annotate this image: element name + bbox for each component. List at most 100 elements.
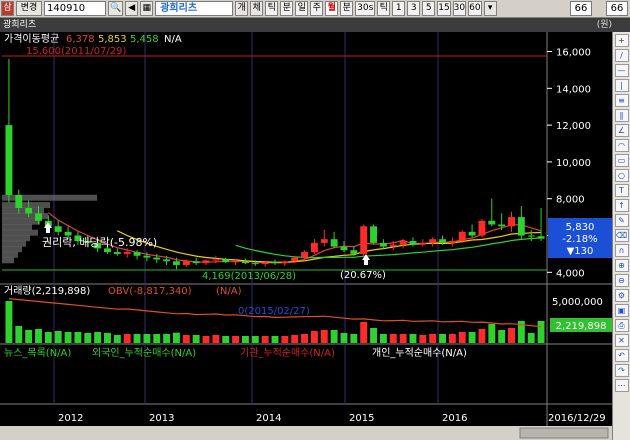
fibonacci-icon[interactable]: ≡: [614, 94, 629, 107]
count-field[interactable]: 66: [606, 1, 628, 16]
period-week[interactable]: 주: [310, 1, 324, 16]
current-volume: 2,219,898: [556, 321, 607, 332]
volume-bar: [379, 334, 387, 343]
volume-bar: [182, 335, 190, 343]
volume-bar: [44, 332, 52, 343]
volume-bar: [389, 334, 397, 343]
candle-body: [527, 235, 535, 237]
candle-body: [35, 213, 42, 221]
candle-body: [517, 217, 525, 236]
menu-button[interactable]: 변경: [16, 1, 42, 16]
unit-label: (원): [596, 20, 612, 30]
volume-bar: [448, 334, 456, 343]
volume-profile-bar: [2, 218, 40, 225]
period-minute-alt[interactable]: 분: [340, 1, 354, 16]
volume-bar: [261, 336, 269, 343]
interval-15[interactable]: 15: [437, 1, 451, 16]
volume-legend-extra: (N/A): [216, 286, 242, 297]
volume-profile-bar: [2, 246, 22, 253]
logo-button[interactable]: 삼: [1, 1, 14, 16]
high-annotation: 15,600(2011/07/29): [26, 46, 127, 57]
delete-icon[interactable]: ✕: [614, 334, 629, 347]
grid-icon[interactable]: ▦: [140, 1, 154, 16]
quote-button[interactable]: 체: [250, 1, 264, 16]
pen-icon[interactable]: ✎: [614, 214, 629, 227]
interval-3[interactable]: 3: [407, 1, 421, 16]
x-axis: 2012 2013 2014 2015 2016: [58, 413, 467, 424]
interval-5[interactable]: 5: [422, 1, 436, 16]
volume-bar: [508, 328, 515, 343]
candle-body: [310, 242, 318, 253]
volume-bar: [291, 335, 299, 343]
print-icon[interactable]: ⎙: [614, 319, 629, 332]
ma-legend-label: 가격이동평균: [4, 32, 59, 45]
volume-bar: [271, 336, 279, 343]
stock-code-input[interactable]: 140910: [44, 1, 106, 16]
candle-body: [25, 207, 33, 214]
minute-interval[interactable]: 30s: [355, 1, 376, 16]
drawing-toolbar: + / — | ≡ ∥ ∠ ◠ ▭ ○ T ↑ ✎ ⌫ ∩ ⊕ ⊖ ⚙ ▣ ⎙ …: [612, 32, 630, 440]
ellipse-icon[interactable]: ○: [614, 169, 629, 182]
period-month[interactable]: 월: [325, 1, 339, 16]
volume-bar: [222, 336, 230, 343]
change-value: ▼130: [567, 246, 594, 257]
more-icon[interactable]: ⋯: [614, 379, 629, 392]
search-icon[interactable]: 🔍: [108, 1, 124, 16]
eraser-icon[interactable]: ⌫: [614, 229, 629, 242]
channel-icon[interactable]: ∥: [614, 109, 629, 122]
event-annotation: (20.67%): [340, 270, 386, 281]
volume-y-tick: 5,000,000: [552, 297, 603, 308]
prev-icon[interactable]: ◀: [125, 1, 139, 16]
candle-body: [458, 231, 466, 242]
interval-dropdown-icon[interactable]: ▾: [483, 1, 497, 16]
zoom-out-icon[interactable]: ⊖: [614, 274, 629, 287]
ma-legend-value-4: N/A: [164, 34, 182, 45]
crosshair-icon[interactable]: +: [614, 34, 629, 47]
volume-profile-bar: [2, 240, 26, 247]
candle-body: [163, 259, 171, 262]
settings-icon[interactable]: ⚙: [614, 289, 629, 302]
chart-type-button[interactable]: 개: [235, 1, 249, 16]
horizontal-line-icon[interactable]: —: [614, 64, 629, 77]
period-tick[interactable]: 틱: [265, 1, 279, 16]
zoom-field[interactable]: 66: [570, 1, 592, 16]
redo-icon[interactable]: ↷: [614, 364, 629, 377]
interval-30[interactable]: 30: [452, 1, 467, 16]
arrow-icon[interactable]: ↑: [614, 199, 629, 212]
volume-profile-bar: [2, 224, 32, 231]
candle-body: [320, 239, 328, 243]
period-day[interactable]: 일: [295, 1, 309, 16]
ma-legend-value-3: 5,458: [130, 34, 159, 45]
current-price: 5,830: [566, 222, 595, 233]
candle-body: [478, 220, 486, 236]
angle-icon[interactable]: ∠: [614, 124, 629, 137]
interval-1[interactable]: 1: [392, 1, 406, 16]
rectangle-icon[interactable]: ▭: [614, 154, 629, 167]
chart-area[interactable]: 가격이동평균 6,378 5,853 5,458 N/A 15,600(2011…: [0, 32, 612, 440]
candle-body: [468, 231, 476, 236]
interval-60[interactable]: 60: [468, 1, 482, 16]
chart-canvas[interactable]: 가격이동평균 6,378 5,853 5,458 N/A 15,600(2011…: [0, 32, 612, 440]
save-icon[interactable]: ▣: [614, 304, 629, 317]
toolbar: 삼 변경 140910 🔍 ◀ ▦ 광희리츠 개 체 틱 분 일 주 월 분 3…: [0, 0, 630, 18]
volume-bar: [330, 330, 338, 343]
vertical-line-icon[interactable]: |: [614, 79, 629, 92]
volume-bar: [25, 330, 33, 343]
zoom-in-icon[interactable]: ⊕: [614, 259, 629, 272]
investor-legend-institution: 기관_누적순매수(N/A): [240, 347, 335, 359]
volume-bar: [478, 329, 486, 343]
volume-bar: [35, 329, 42, 343]
period-minute[interactable]: 분: [280, 1, 294, 16]
period-tick-alt[interactable]: 틱: [377, 1, 391, 16]
magnet-icon[interactable]: ∩: [614, 244, 629, 257]
investor-legend-individual: 개인_누적순매수(N/A): [372, 347, 467, 359]
change-pct: -2.18%: [562, 234, 597, 245]
text-icon[interactable]: T: [614, 184, 629, 197]
arc-icon[interactable]: ◠: [614, 139, 629, 152]
undo-icon[interactable]: ↶: [614, 349, 629, 362]
scrollbar-thumb[interactable]: [519, 427, 609, 439]
trendline-icon[interactable]: /: [614, 49, 629, 62]
volume-bar: [163, 334, 171, 343]
investor-legend-news: 뉴스_목록(N/A): [4, 347, 71, 359]
x-axis-label: 2015: [349, 413, 374, 424]
